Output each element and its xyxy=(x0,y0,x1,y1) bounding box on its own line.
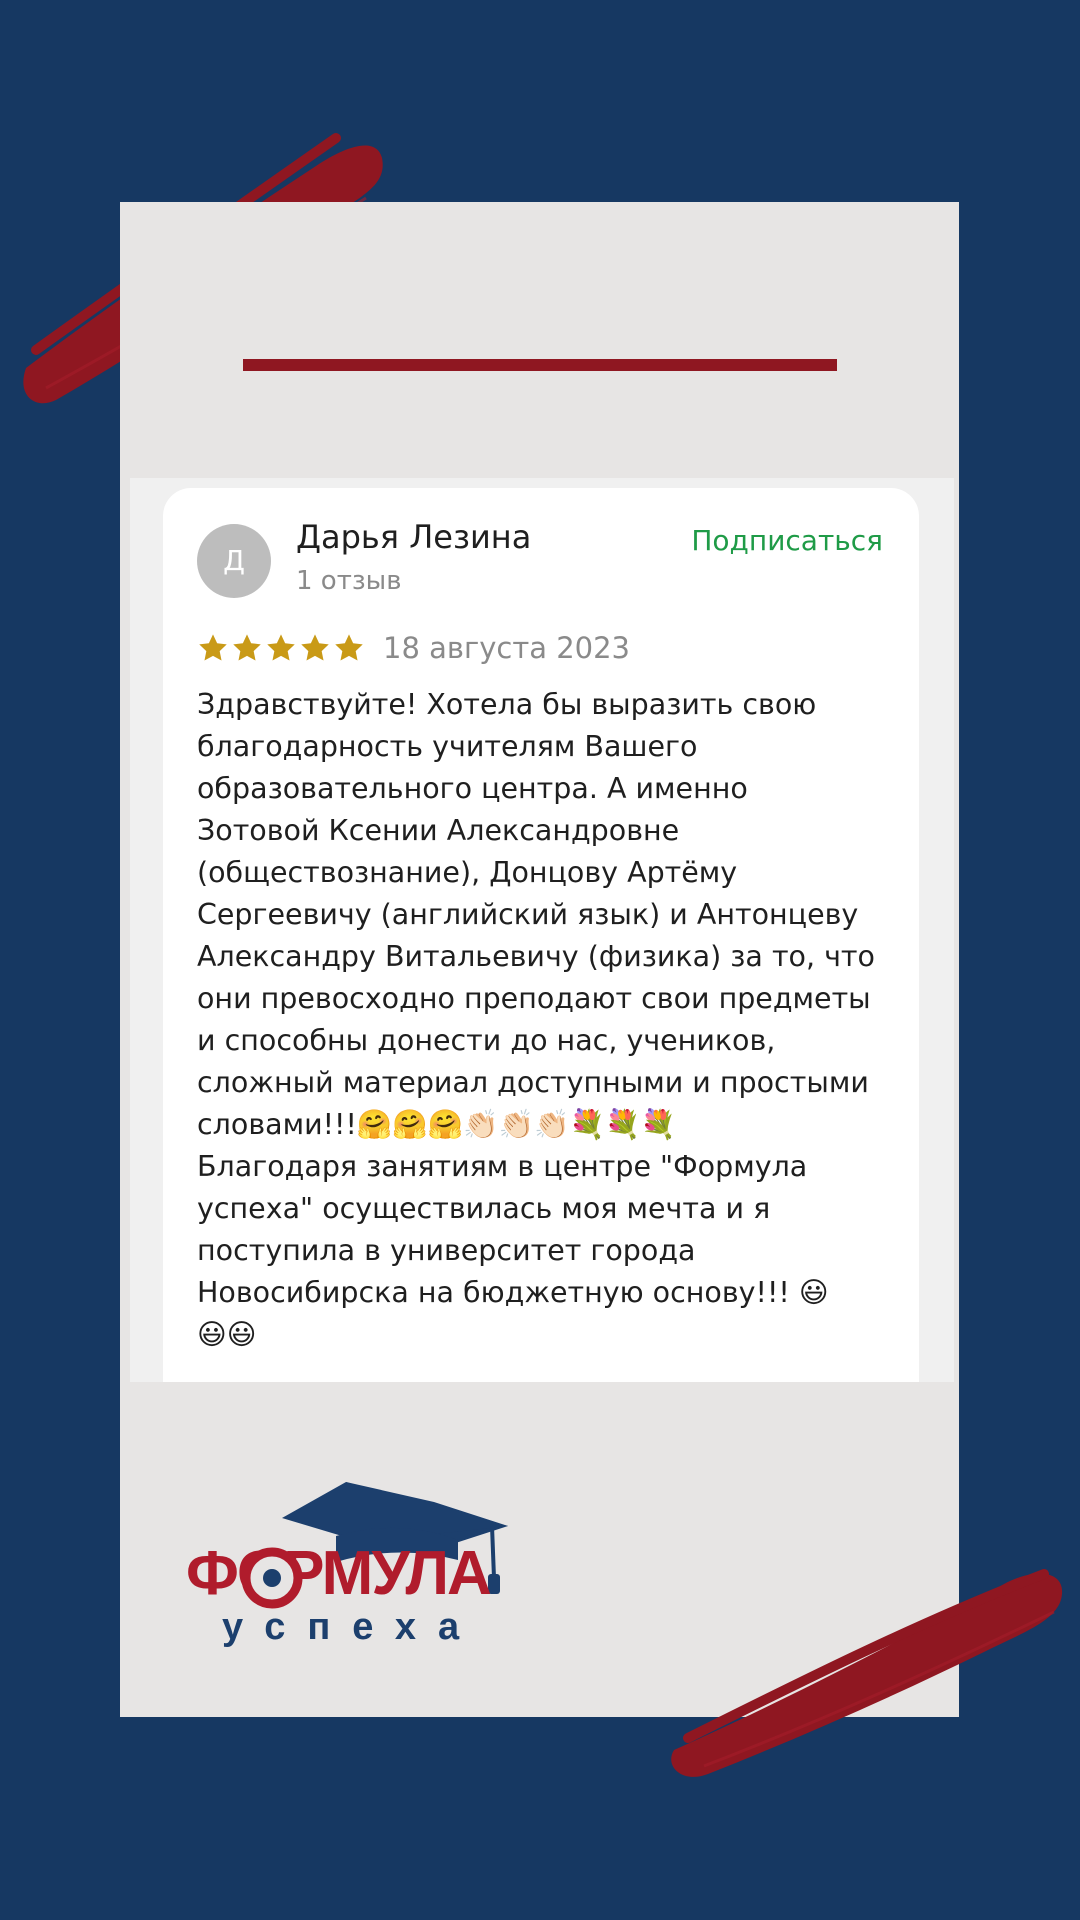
subscribe-button[interactable]: Подписаться xyxy=(691,524,883,557)
review-text-line: и способны донести до нас, учеников, xyxy=(197,1024,776,1057)
formula-uspeha-logo: ФОРМУЛА успеха xyxy=(186,1478,526,1650)
review-card: Д Дарья Лезина 1 отзыв Подписаться 18 ав… xyxy=(163,488,919,1382)
review-text-line: они превосходно преподают свои предметы xyxy=(197,982,871,1015)
review-text-line: поступила в университет города xyxy=(197,1234,696,1267)
review-text-line: словами!!!🤗🤗🤗👏🏻👏🏻👏🏻💐💐💐 xyxy=(197,1108,677,1141)
brush-stroke-bottom-right-decoration xyxy=(671,1569,1063,1777)
avatar[interactable]: Д xyxy=(197,524,271,598)
rating-stars xyxy=(197,632,365,664)
star-icon xyxy=(233,634,261,661)
review-text-line: Новосибирска на бюджетную основу!!! 😃 xyxy=(197,1276,829,1309)
top-divider-line xyxy=(243,359,837,371)
review-text-line: благодарность учителям Вашего xyxy=(197,730,698,763)
review-text-line: (обществознание), Донцову Артёму xyxy=(197,856,738,889)
review-count: 1 отзыв xyxy=(296,566,402,596)
review-text-line: Благодаря занятиям в центре "Формула xyxy=(197,1150,808,1183)
review-text-line: успеха" осуществилась моя мечта и я xyxy=(197,1192,771,1225)
star-icon xyxy=(301,634,329,661)
review-text-line: Александру Витальевичу (физика) за то, ч… xyxy=(197,940,875,973)
logo-o-mark-icon xyxy=(241,1547,303,1609)
review-screenshot: Д Дарья Лезина 1 отзыв Подписаться 18 ав… xyxy=(130,478,954,1382)
review-text: Здравствуйте! Хотела бы выразить свою бла… xyxy=(197,684,897,1356)
review-text-line: сложный материал доступными и простыми xyxy=(197,1066,869,1099)
logo-word: ФОРМУЛА xyxy=(186,1539,492,1608)
star-icon xyxy=(199,634,227,661)
logo-subword: успеха xyxy=(222,1606,482,1648)
review-text-line: образовательного центра. А именно xyxy=(197,772,748,805)
page-background: Д Дарья Лезина 1 отзыв Подписаться 18 ав… xyxy=(0,0,1080,1920)
review-text-line: Здравствуйте! Хотела бы выразить свою xyxy=(197,688,817,721)
author-name[interactable]: Дарья Лезина xyxy=(296,518,531,556)
star-icon xyxy=(335,634,363,661)
review-text-line: Зотовой Ксении Александровне xyxy=(197,814,680,847)
review-text-line: Сергеевичу (английский язык) и Антонцеву xyxy=(197,898,859,931)
star-icon xyxy=(267,634,295,661)
rating-row: 18 августа 2023 xyxy=(197,628,630,668)
review-date: 18 августа 2023 xyxy=(383,631,631,665)
review-text-line: 😃😃 xyxy=(197,1318,257,1351)
